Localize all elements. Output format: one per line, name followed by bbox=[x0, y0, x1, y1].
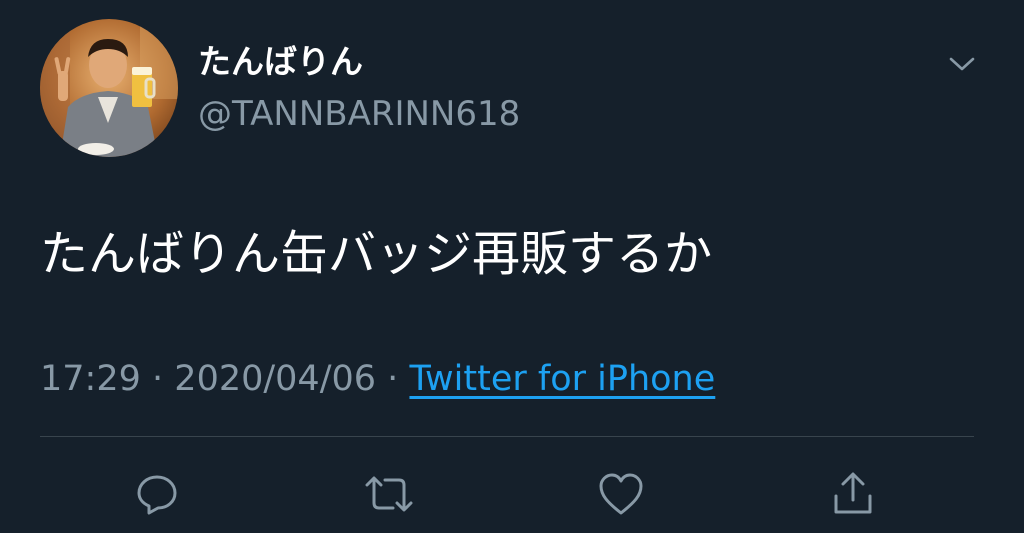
meta-separator: · bbox=[387, 359, 399, 399]
retweet-button[interactable] bbox=[362, 467, 416, 521]
like-button[interactable] bbox=[594, 467, 648, 521]
display-name[interactable]: たんばりん bbox=[198, 40, 363, 84]
avatar[interactable] bbox=[40, 19, 178, 157]
user-handle[interactable]: @TANNBARINN618 bbox=[198, 92, 520, 136]
tweet-source-link[interactable]: Twitter for iPhone bbox=[409, 359, 715, 399]
tweet-card: たんばりん @TANNBARINN618 たんばりん缶バッジ再販するか 17:2… bbox=[0, 0, 1024, 533]
reply-icon bbox=[134, 471, 180, 517]
divider bbox=[40, 436, 974, 437]
share-button[interactable] bbox=[826, 467, 880, 521]
tweet-date: 2020/04/06 bbox=[174, 359, 377, 399]
retweet-icon bbox=[363, 471, 415, 517]
tweet-text: たんばりん缶バッジ再販するか bbox=[40, 226, 713, 282]
meta-separator: · bbox=[152, 359, 164, 399]
tweet-meta: 17:29 · 2020/04/06 · Twitter for iPhone bbox=[40, 355, 715, 403]
reply-button[interactable] bbox=[130, 467, 184, 521]
chevron-down-icon[interactable] bbox=[942, 44, 982, 84]
share-icon bbox=[830, 470, 876, 518]
heart-icon bbox=[597, 471, 645, 517]
tweet-time: 17:29 bbox=[40, 359, 141, 399]
